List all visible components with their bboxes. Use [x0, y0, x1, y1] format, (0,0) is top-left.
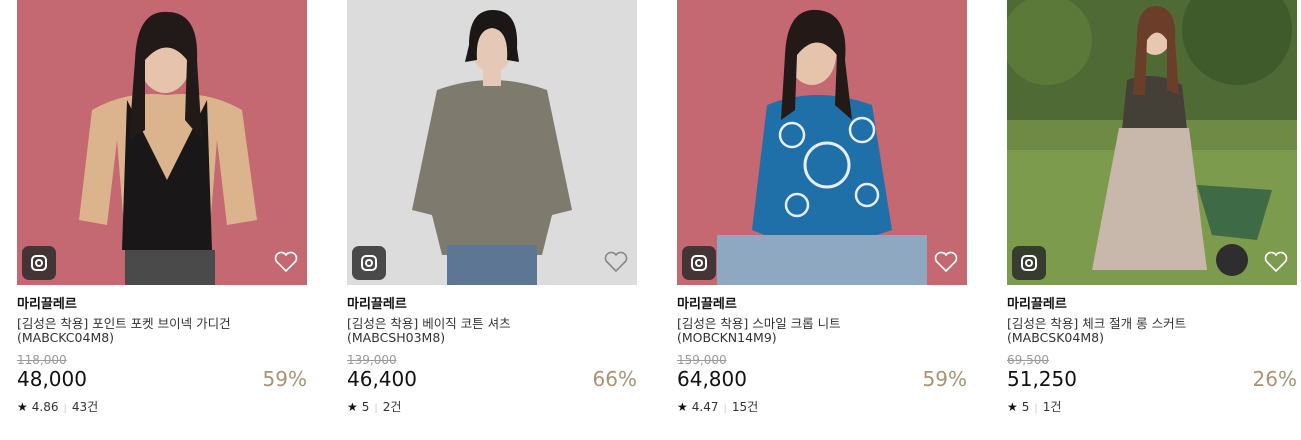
divider: | [63, 403, 67, 414]
product-code[interactable]: (MABCKC04M8) [17, 330, 114, 345]
star-icon: ★ [677, 400, 688, 414]
instagram-icon[interactable] [1012, 246, 1046, 280]
product-grid: 마리끌레르 [김성은 착용] 포인트 포켓 브이넥 가디건 (MABCKC04M… [0, 0, 1301, 440]
product-photo[interactable] [347, 0, 637, 285]
review-count: 43건 [71, 400, 99, 414]
discount-rate: 59% [262, 367, 307, 391]
star-icon: ★ [347, 400, 358, 414]
original-price: 159,000 [677, 353, 727, 367]
instagram-icon[interactable] [22, 246, 56, 280]
rating-row: ★ 4.47 | 15건 [677, 398, 758, 415]
product-card[interactable]: 마리끌레르 [김성은 착용] 스마일 크롭 니트 (MOBCKN14M9) 15… [677, 0, 967, 440]
review-count: 1건 [1042, 400, 1062, 414]
product-brand[interactable]: 마리끌레르 [17, 293, 77, 312]
sale-price: 64,800 [677, 367, 747, 391]
sale-price: 48,000 [17, 367, 87, 391]
rating-row: ★ 5 | 1건 [1007, 398, 1061, 415]
heart-outline-icon[interactable] [603, 250, 629, 274]
rating-score: 5 [361, 400, 370, 414]
product-card[interactable]: 마리끌레르 [김성은 착용] 체크 절개 롱 스커트 (MABCSK04M8) … [1007, 0, 1297, 440]
product-brand[interactable]: 마리끌레르 [347, 293, 407, 312]
instagram-icon[interactable] [352, 246, 386, 280]
divider: | [723, 403, 727, 414]
sale-price: 51,250 [1007, 367, 1077, 391]
sale-price: 46,400 [347, 367, 417, 391]
heart-outline-icon[interactable] [933, 250, 959, 274]
product-code[interactable]: (MABCSK04M8) [1007, 330, 1104, 345]
star-icon: ★ [1007, 400, 1018, 414]
instagram-icon[interactable] [682, 246, 716, 280]
rating-score: 4.86 [31, 400, 59, 414]
product-brand[interactable]: 마리끌레르 [1007, 293, 1067, 312]
review-count: 15건 [731, 400, 759, 414]
product-photo[interactable] [677, 0, 967, 285]
star-icon: ★ [17, 400, 28, 414]
heart-outline-icon[interactable] [1263, 250, 1289, 274]
divider: | [374, 403, 378, 414]
product-photo-art [347, 0, 637, 285]
discount-rate: 59% [922, 367, 967, 391]
discount-rate: 66% [592, 367, 637, 391]
product-photo-art [1007, 0, 1297, 285]
rating-row: ★ 5 | 2건 [347, 398, 401, 415]
product-brand[interactable]: 마리끌레르 [677, 293, 737, 312]
discount-rate: 26% [1252, 367, 1297, 391]
product-code[interactable]: (MOBCKN14M9) [677, 330, 777, 345]
product-photo[interactable] [17, 0, 307, 285]
product-photo[interactable] [1007, 0, 1297, 285]
product-card[interactable]: 마리끌레르 [김성은 착용] 베이직 코튼 셔츠 (MABCSH03M8) 13… [347, 0, 637, 440]
rating-row: ★ 4.86 | 43건 [17, 398, 98, 415]
original-price: 69,500 [1007, 353, 1049, 367]
heart-outline-icon[interactable] [273, 250, 299, 274]
rating-score: 4.47 [691, 400, 719, 414]
rating-score: 5 [1021, 400, 1030, 414]
original-price: 118,000 [17, 353, 67, 367]
product-card[interactable]: 마리끌레르 [김성은 착용] 포인트 포켓 브이넥 가디건 (MABCKC04M… [17, 0, 307, 440]
divider: | [1034, 403, 1038, 414]
review-count: 2건 [382, 400, 402, 414]
product-code[interactable]: (MABCSH03M8) [347, 330, 445, 345]
product-photo-art [677, 0, 967, 285]
original-price: 139,000 [347, 353, 397, 367]
product-photo-art [17, 0, 307, 285]
